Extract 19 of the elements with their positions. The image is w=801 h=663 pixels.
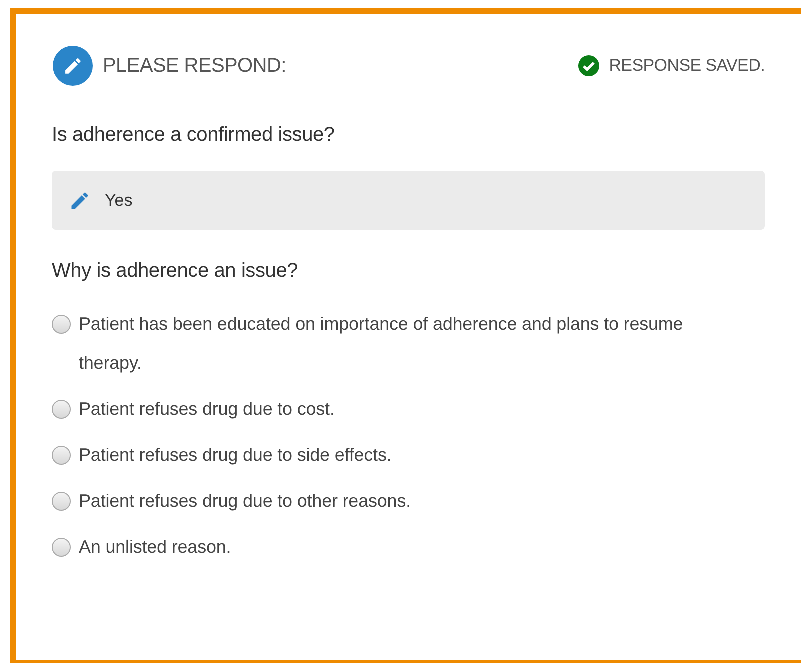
prompt-heading: PLEASE RESPOND: [103, 54, 286, 78]
radio-button[interactable] [52, 446, 71, 465]
pencil-icon [52, 45, 94, 87]
option-label[interactable]: Patient refuses drug due to side effects. [79, 436, 392, 475]
radio-button[interactable] [52, 400, 71, 419]
answer-text: Yes [105, 190, 133, 210]
question-text: Is adherence a confirmed issue? [52, 124, 336, 147]
edit-icon [69, 190, 91, 212]
answer-field[interactable]: Yes [52, 171, 765, 230]
check-icon [578, 55, 600, 77]
radio-button[interactable] [52, 538, 71, 557]
save-status: RESPONSE SAVED. [609, 56, 765, 76]
option-label[interactable]: Patient refuses drug due to other reasons. [79, 482, 412, 521]
option-label[interactable]: Patient has been educated on importance of adherence and plans to resume therapy. [79, 305, 739, 383]
option-label[interactable]: An unlisted reason. [79, 528, 232, 567]
radio-button[interactable] [52, 315, 71, 334]
option-label[interactable]: Patient refuses drug due to cost. [79, 390, 335, 429]
question-text: Why is adherence an issue? [52, 260, 300, 283]
radio-button[interactable] [52, 492, 71, 511]
